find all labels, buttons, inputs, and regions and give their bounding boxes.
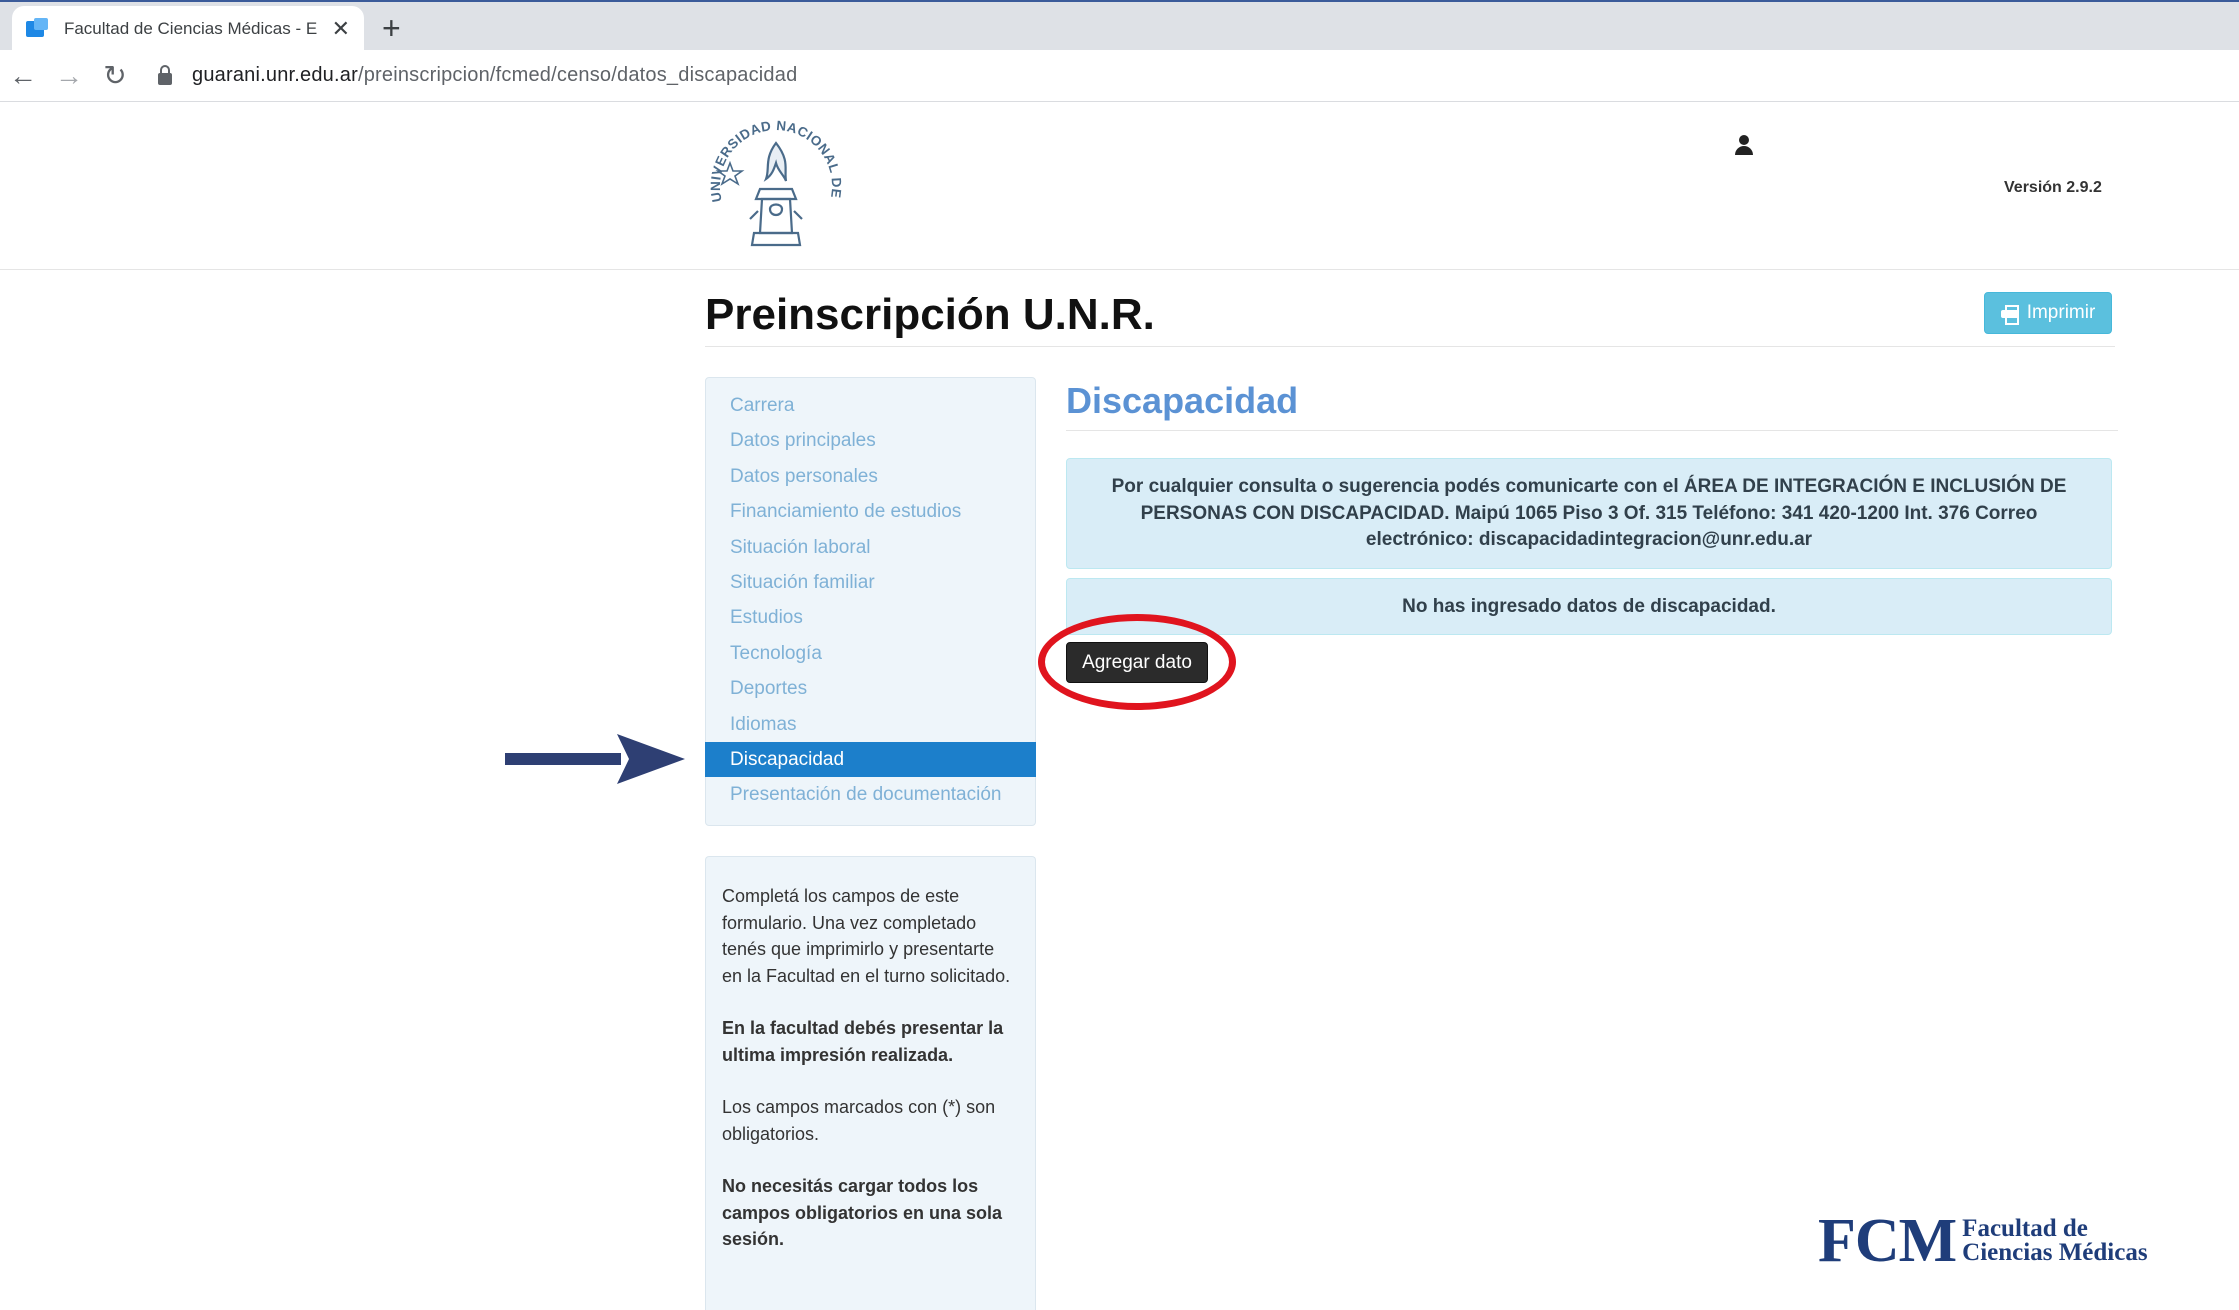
- browser-tab-bar: Facultad de Ciencias Médicas - E ✕ +: [0, 0, 2239, 52]
- url-text[interactable]: guarani.unr.edu.ar/preinscripcion/fcmed/…: [192, 64, 797, 87]
- lock-icon: [158, 64, 172, 85]
- sidebar-item-datos-personales[interactable]: Datos personales: [706, 459, 1035, 494]
- fcm-logo-text: Facultad de Ciencias Médicas: [1962, 1215, 2148, 1266]
- address-bar[interactable]: guarani.unr.edu.ar/preinscripcion/fcmed/…: [158, 64, 797, 87]
- sidebar-item-carrera[interactable]: Carrera: [706, 388, 1035, 423]
- sidebar-item-datos-principales[interactable]: Datos principales: [706, 423, 1035, 458]
- tab-title: Facultad de Ciencias Médicas - E: [63, 19, 318, 38]
- sidebar-item-financiamiento[interactable]: Financiamiento de estudios: [706, 494, 1035, 529]
- instructions-session-note: No necesitás cargar todos los campos obl…: [722, 1176, 1003, 1249]
- instructions-panel: Completá los campos de este formulario. …: [705, 856, 1036, 1310]
- site-header: UNIVERSIDAD NACIONAL DE ROSARIO Versión …: [0, 103, 2239, 270]
- url-path: /preinscripcion/fcmed/censo/datos_discap…: [357, 64, 798, 86]
- url-host: guarani.unr.edu.ar: [192, 64, 358, 86]
- section-title: Discapacidad: [1066, 380, 1299, 421]
- instructions-required-note: Los campos marcados con (*) son obligato…: [722, 1097, 996, 1144]
- browser-toolbar: ← → ↻ guarani.unr.edu.ar/preinscripcion/…: [0, 50, 2239, 102]
- title-divider: [705, 346, 2115, 347]
- sidebar-item-situacion-familiar[interactable]: Situación familiar: [706, 565, 1035, 600]
- printer-icon: [2000, 305, 2019, 325]
- fcm-logo-line2: Ciencias Médicas: [1962, 1239, 2148, 1266]
- print-button[interactable]: Imprimir: [1984, 292, 2112, 334]
- sidebar-item-tecnologia[interactable]: Tecnología: [706, 636, 1035, 671]
- back-button[interactable]: ←: [0, 50, 46, 102]
- sidebar-item-documentacion[interactable]: Presentación de documentación: [706, 777, 1035, 812]
- close-icon[interactable]: ✕: [332, 18, 350, 40]
- favicon-icon: [26, 18, 50, 40]
- reload-button[interactable]: ↻: [92, 50, 138, 102]
- section-divider: [1066, 430, 2118, 431]
- contact-info-alert: Por cualquier consulta o sugerencia podé…: [1066, 458, 2112, 569]
- page-title: Preinscripción U.N.R.: [705, 290, 1155, 339]
- pointer-arrow-icon: [505, 734, 685, 784]
- sidebar-nav: Carrera Datos principales Datos personal…: [705, 377, 1036, 826]
- add-data-button[interactable]: Agregar dato: [1066, 642, 1208, 683]
- fcm-logo-line1: Facultad de: [1962, 1215, 2088, 1242]
- sidebar-item-situacion-laboral[interactable]: Situación laboral: [706, 530, 1035, 565]
- user-icon[interactable]: [1733, 135, 1755, 157]
- sidebar-item-idiomas[interactable]: Idiomas: [706, 707, 1035, 742]
- sidebar-item-discapacidad[interactable]: Discapacidad: [705, 741, 1036, 778]
- sidebar-item-deportes[interactable]: Deportes: [706, 671, 1035, 706]
- fcm-logo: FCM Facultad de Ciencias Médicas: [1818, 1210, 2148, 1272]
- sidebar-item-estudios[interactable]: Estudios: [706, 600, 1035, 635]
- instructions-print-note: En la facultad debés presentar la ultima…: [722, 1018, 1004, 1065]
- university-seal-logo: UNIVERSIDAD NACIONAL DE ROSARIO: [700, 113, 844, 247]
- empty-data-alert: No has ingresado datos de discapacidad.: [1066, 578, 2112, 635]
- forward-button[interactable]: →: [46, 50, 92, 102]
- new-tab-button[interactable]: +: [382, 8, 401, 48]
- version-label: Versión 2.9.2: [2004, 179, 2102, 196]
- browser-tab[interactable]: Facultad de Ciencias Médicas - E ✕: [12, 6, 364, 52]
- instructions-text: Completá los campos de este formulario. …: [722, 886, 1011, 986]
- print-button-label: Imprimir: [2026, 302, 2096, 323]
- fcm-logo-mark: FCM: [1818, 1207, 1957, 1275]
